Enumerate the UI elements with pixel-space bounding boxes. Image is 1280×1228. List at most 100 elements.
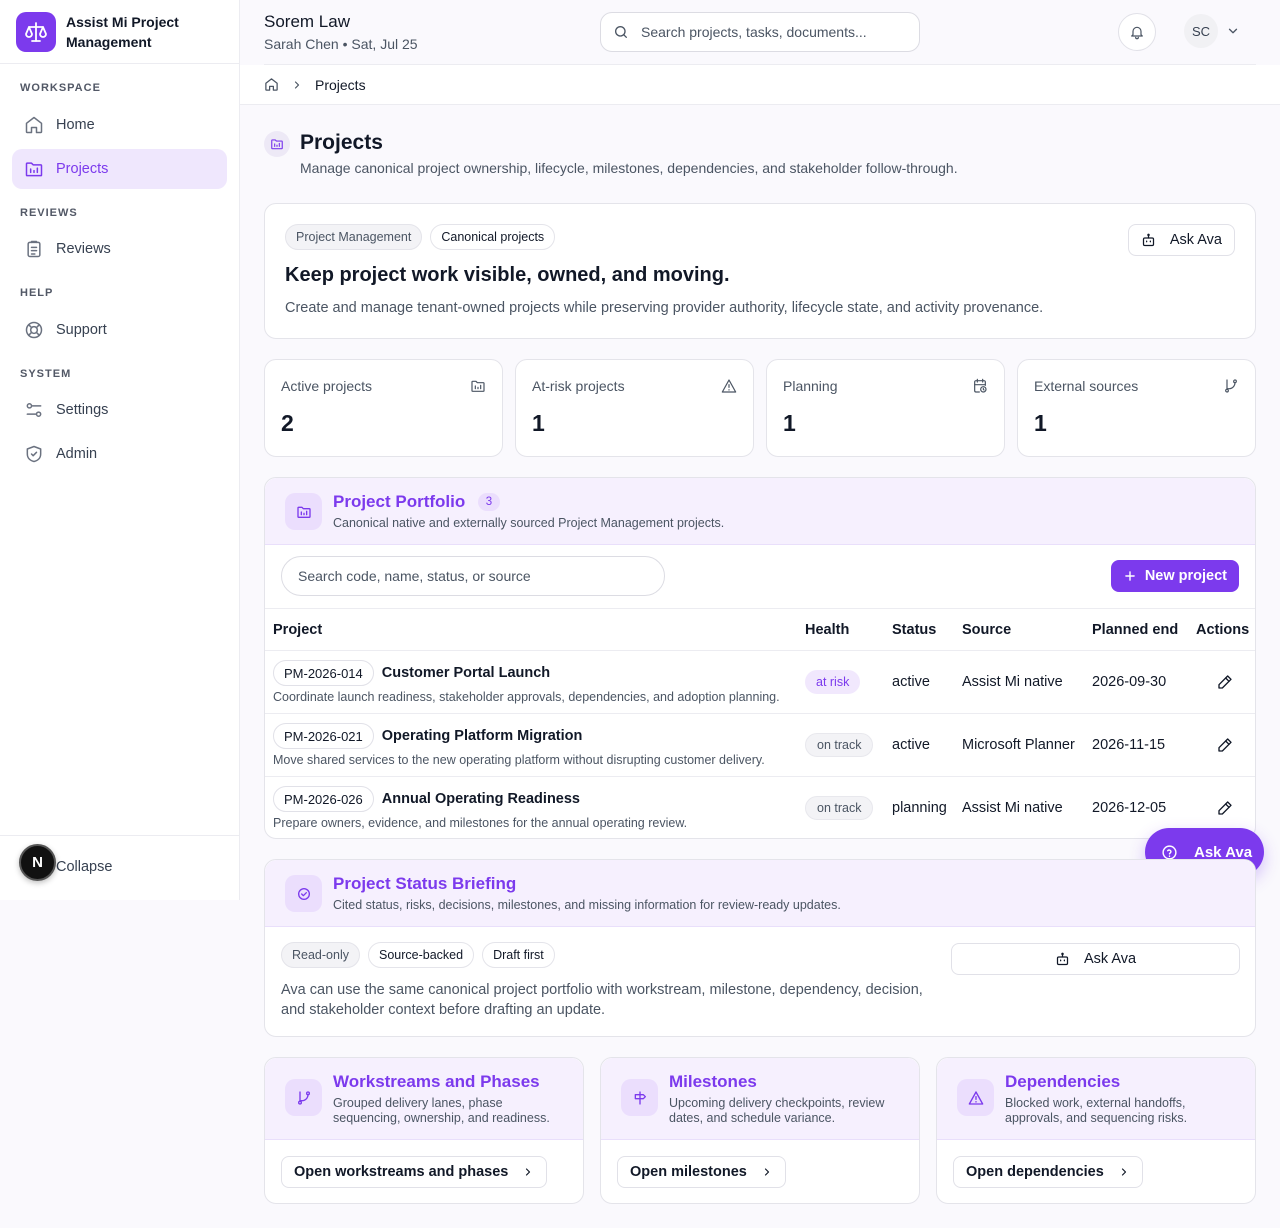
settings-sliders-icon: [24, 400, 44, 420]
stat-value: 1: [1034, 410, 1047, 436]
ask-ava-label: Ask Ava: [1169, 232, 1222, 248]
ask-ava-label: Ask Ava: [1083, 951, 1137, 967]
open-milestones-button[interactable]: Open milestones: [617, 1156, 786, 1188]
dev-badge-icon[interactable]: N: [19, 844, 56, 881]
section-label-help: HELP: [20, 287, 54, 299]
table-row[interactable]: PM-2026-014 Customer Portal Launch Coord…: [265, 650, 1255, 714]
section-label-workspace: WORKSPACE: [20, 82, 101, 94]
sidebar-item-projects[interactable]: Projects: [12, 149, 227, 189]
breadcrumb-current: Projects: [315, 76, 366, 93]
workstreams-card: Workstreams and Phases Grouped delivery …: [264, 1057, 584, 1204]
stat-value: 2: [281, 410, 294, 436]
hero-text: Create and manage tenant-owned projects …: [285, 300, 1044, 316]
source-cell: Microsoft Planner: [954, 713, 1084, 777]
sidebar-item-label: Settings: [56, 402, 109, 418]
tag-pill: Canonical projects: [430, 224, 556, 250]
new-project-label: New project: [1144, 568, 1227, 584]
panel-description: Cited status, risks, decisions, mileston…: [333, 898, 841, 912]
card-description: Upcoming delivery checkpoints, review da…: [669, 1096, 885, 1125]
card-header: Workstreams and Phases Grouped delivery …: [265, 1058, 583, 1140]
sidebar-item-home[interactable]: Home: [12, 105, 227, 145]
dependencies-card: Dependencies Blocked work, external hand…: [936, 1057, 1256, 1204]
calendar-clock-icon: [972, 378, 988, 394]
briefing-text: Ava can use the same canonical project p…: [281, 982, 923, 1018]
search-input[interactable]: [641, 24, 891, 40]
help-circle-icon: [1161, 844, 1178, 861]
project-description: Prepare owners, evidence, and milestones…: [273, 816, 688, 831]
chevron-right-icon: [761, 1166, 773, 1178]
stat-label: Planning: [783, 378, 838, 394]
column-header[interactable]: Source: [954, 608, 1084, 651]
health-badge: on track: [805, 796, 874, 821]
ask-ava-button[interactable]: Ask Ava: [1127, 224, 1235, 256]
project-name[interactable]: Annual Operating Readiness: [382, 791, 580, 807]
link-label: Open dependencies: [966, 1164, 1104, 1180]
column-header[interactable]: Status: [884, 608, 954, 651]
project-name[interactable]: Customer Portal Launch: [382, 665, 550, 681]
hero-heading: Keep project work visible, owned, and mo…: [285, 264, 730, 286]
panel-header: Project Status Briefing Cited status, ri…: [265, 860, 1255, 927]
stat-card-planning: Planning 1: [766, 359, 1005, 457]
sidebar-item-reviews[interactable]: Reviews: [12, 229, 227, 269]
status-cell: active: [884, 713, 954, 777]
projects-icon: [24, 159, 44, 179]
stat-card-external: External sources 1: [1017, 359, 1256, 457]
brand[interactable]: Assist Mi Project Management: [0, 0, 239, 64]
projects-icon: [264, 131, 290, 157]
stat-label: External sources: [1034, 378, 1139, 394]
tag-pill: Draft first: [482, 942, 555, 968]
chevron-right-icon: [522, 1166, 534, 1178]
edit-project-button[interactable]: [1212, 795, 1238, 821]
stat-value: 1: [783, 410, 796, 436]
table-row[interactable]: PM-2026-021 Operating Platform Migration…: [265, 713, 1255, 777]
home-icon[interactable]: [264, 77, 279, 92]
table-row[interactable]: PM-2026-026 Annual Operating Readiness P…: [265, 777, 1255, 839]
milestones-card: Milestones Upcoming delivery checkpoints…: [600, 1057, 920, 1204]
branch-icon: [1223, 378, 1239, 394]
scales-logo-icon: [16, 11, 56, 52]
chevron-down-icon[interactable]: [1226, 24, 1240, 38]
top-header: Sorem Law Sarah Chen • Sat, Jul 25 SC: [264, 0, 1256, 65]
chevron-right-icon: [1118, 1166, 1130, 1178]
notifications-button[interactable]: [1118, 13, 1156, 51]
edit-project-button[interactable]: [1212, 732, 1238, 758]
panel-title: Project Portfolio: [333, 492, 466, 511]
card-description: Grouped delivery lanes, phase sequencing…: [333, 1096, 550, 1125]
health-badge: at risk: [805, 670, 861, 694]
sidebar-item-label: Admin: [56, 446, 98, 462]
sidebar-item-settings[interactable]: Settings: [12, 390, 227, 430]
sidebar-item-support[interactable]: Support: [12, 310, 227, 350]
column-header[interactable]: Project: [265, 608, 797, 651]
card-title: Milestones: [669, 1072, 757, 1091]
column-header[interactable]: Planned end: [1084, 608, 1188, 651]
briefing-ask-ava-button[interactable]: Ask Ava: [951, 943, 1240, 975]
user-meta: Sarah Chen • Sat, Jul 25: [264, 36, 418, 52]
table-search-input[interactable]: [282, 557, 664, 595]
project-code: PM-2026-026: [273, 786, 374, 813]
global-search[interactable]: [600, 12, 920, 52]
plus-icon: [1123, 569, 1137, 583]
avatar[interactable]: SC: [1184, 14, 1218, 48]
table-search[interactable]: [281, 556, 665, 596]
card-header: Milestones Upcoming delivery checkpoints…: [601, 1058, 919, 1140]
check-circle-icon: [285, 875, 322, 912]
tag-pill: Read-only: [281, 942, 360, 968]
search-icon: [613, 24, 629, 40]
collapse-label[interactable]: Collapse: [56, 859, 112, 875]
project-name[interactable]: Operating Platform Migration: [382, 728, 583, 744]
warning-icon: [721, 378, 737, 394]
open-workstreams-button[interactable]: Open workstreams and phases: [281, 1156, 548, 1188]
tag-pill: Source-backed: [367, 942, 475, 968]
page-subtitle: Manage canonical project ownership, life…: [300, 160, 958, 176]
open-dependencies-button[interactable]: Open dependencies: [953, 1156, 1143, 1188]
bot-icon: [1055, 952, 1070, 967]
sidebar-item-admin[interactable]: Admin: [12, 434, 227, 474]
edit-project-button[interactable]: [1212, 669, 1238, 695]
branch-icon: [285, 1079, 322, 1116]
hero-card: Project Management Canonical projects As…: [264, 203, 1256, 339]
pencil-icon: [1218, 801, 1232, 815]
pencil-icon: [1218, 738, 1232, 752]
new-project-button[interactable]: New project: [1110, 560, 1239, 592]
pencil-icon: [1218, 675, 1232, 689]
column-header[interactable]: Health: [797, 608, 884, 651]
